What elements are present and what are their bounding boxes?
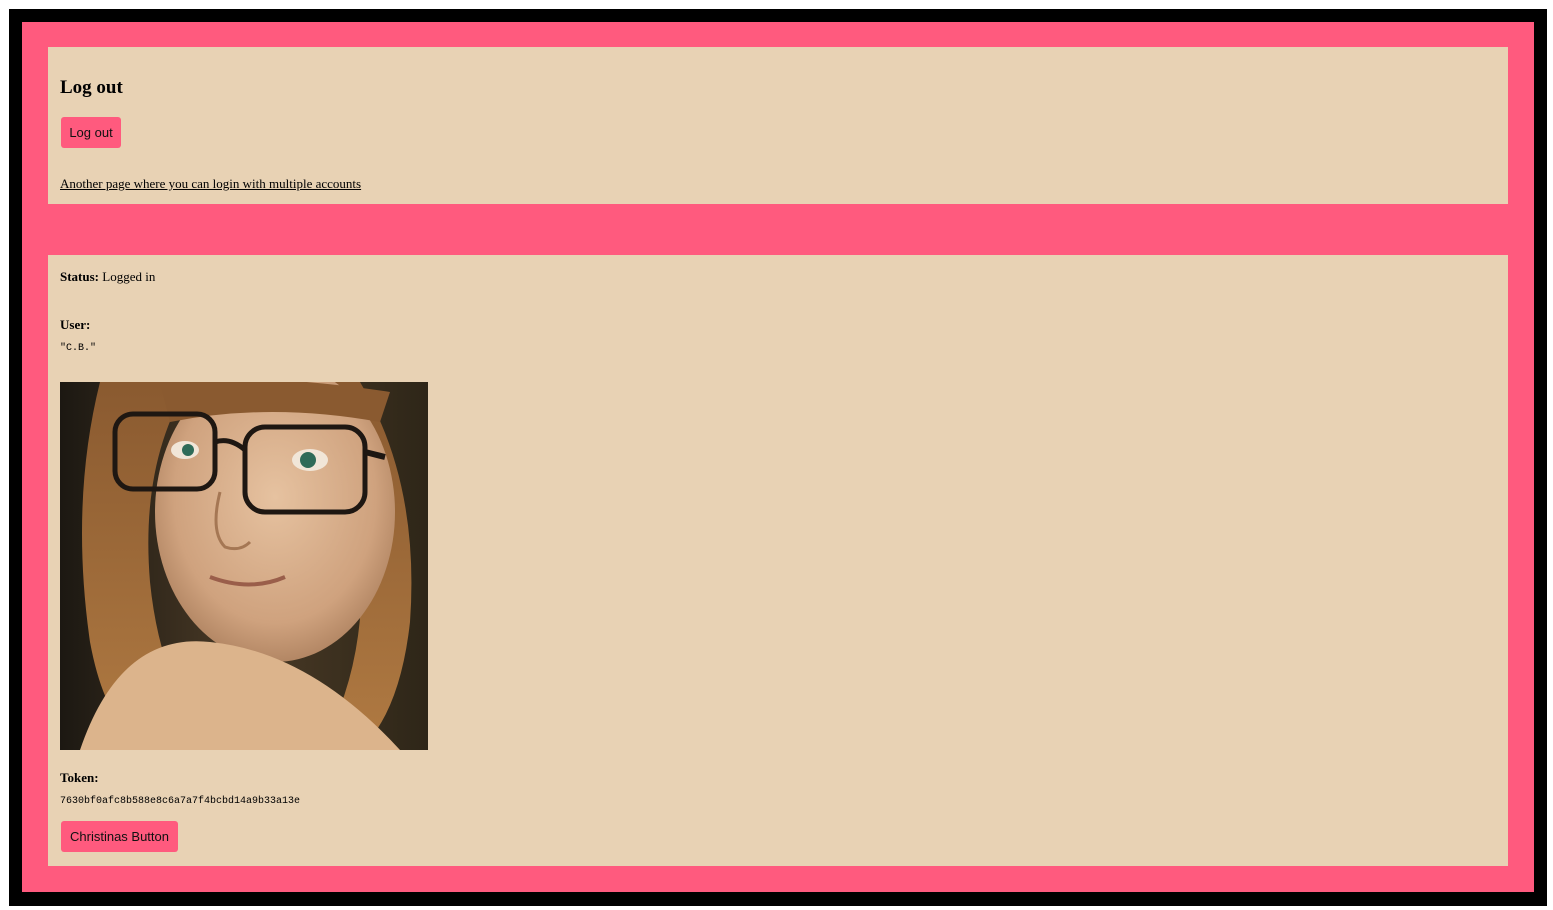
user-avatar — [60, 382, 428, 750]
logout-button[interactable]: Log out — [61, 117, 121, 148]
token-value: 7630bf0afc8b588e8c6a7a7f4bcbd14a9b33a13e — [60, 796, 301, 807]
logout-panel: Log out Log out Another page where you c… — [48, 47, 1508, 204]
status-row: Status: Logged in — [60, 269, 155, 285]
christinas-button[interactable]: Christinas Button — [61, 821, 178, 852]
pink-container: Log out Log out Another page where you c… — [22, 22, 1534, 892]
status-panel: Status: Logged in User: "C.B." Token: 76… — [48, 255, 1508, 866]
user-label-row: User: — [60, 317, 90, 333]
token-label-row: Token: — [60, 770, 99, 786]
status-label: Status: — [60, 269, 100, 284]
status-value: Logged in — [102, 269, 156, 284]
logout-heading: Log out — [60, 77, 123, 98]
page-frame: Log out Log out Another page where you c… — [9, 9, 1547, 906]
multiple-accounts-link[interactable]: Another page where you can login with mu… — [60, 176, 361, 192]
token-label: Token: — [60, 770, 99, 785]
user-label: User: — [60, 317, 91, 332]
user-value: "C.B." — [60, 343, 97, 354]
